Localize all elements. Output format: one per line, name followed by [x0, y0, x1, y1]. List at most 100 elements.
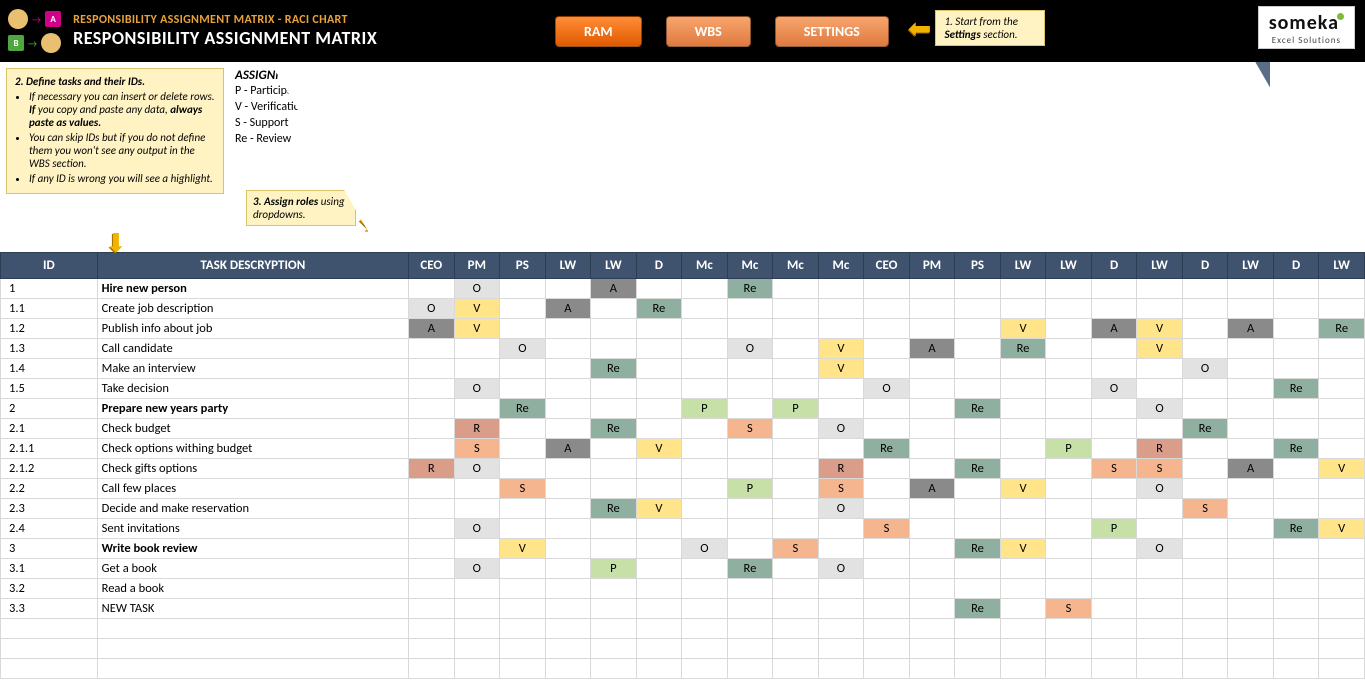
cell-role[interactable]	[636, 479, 682, 499]
cell-role[interactable]	[1319, 339, 1365, 359]
cell-role[interactable]: R	[409, 459, 455, 479]
cell-id[interactable]: 3.1	[1, 559, 98, 579]
cell-role[interactable]	[1091, 419, 1137, 439]
cell-role[interactable]	[864, 579, 910, 599]
cell-role[interactable]	[955, 279, 1001, 299]
cell-role[interactable]	[773, 379, 819, 399]
cell-role[interactable]	[909, 539, 955, 559]
cell-role[interactable]	[1228, 379, 1274, 399]
cell-empty[interactable]	[1137, 619, 1183, 639]
cell-role[interactable]	[545, 319, 591, 339]
cell-description[interactable]: Write book review	[97, 539, 408, 559]
cell-empty[interactable]	[636, 639, 682, 659]
cell-role[interactable]	[682, 299, 728, 319]
cell-empty[interactable]	[500, 659, 546, 679]
cell-role[interactable]	[1000, 499, 1046, 519]
cell-role[interactable]	[454, 399, 500, 419]
cell-role[interactable]: P	[1046, 439, 1092, 459]
cell-role[interactable]	[682, 459, 728, 479]
cell-empty[interactable]	[409, 659, 455, 679]
cell-role[interactable]	[1273, 359, 1319, 379]
cell-empty[interactable]	[909, 659, 955, 679]
cell-role[interactable]	[727, 499, 773, 519]
cell-description[interactable]: Take decision	[97, 379, 408, 399]
cell-empty[interactable]	[1046, 659, 1092, 679]
cell-role[interactable]	[818, 439, 864, 459]
cell-empty[interactable]	[955, 659, 1001, 679]
cell-empty[interactable]	[773, 619, 819, 639]
cell-role[interactable]	[682, 579, 728, 599]
cell-role[interactable]: Re	[591, 499, 637, 519]
cell-role[interactable]: Re	[955, 459, 1001, 479]
cell-role[interactable]	[682, 359, 728, 379]
cell-role[interactable]	[591, 539, 637, 559]
cell-role[interactable]: V	[1137, 319, 1183, 339]
cell-role[interactable]	[1137, 279, 1183, 299]
cell-role[interactable]	[909, 459, 955, 479]
cell-empty[interactable]	[1319, 659, 1365, 679]
cell-role[interactable]	[409, 539, 455, 559]
cell-description[interactable]: Check options withing budget	[97, 439, 408, 459]
cell-role[interactable]	[1273, 499, 1319, 519]
cell-role[interactable]	[409, 279, 455, 299]
cell-role[interactable]: Re	[955, 399, 1001, 419]
cell-role[interactable]	[636, 599, 682, 619]
cell-description[interactable]: Check gifts options	[97, 459, 408, 479]
cell-role[interactable]	[1046, 279, 1092, 299]
cell-role[interactable]	[773, 599, 819, 619]
cell-role[interactable]	[955, 339, 1001, 359]
cell-role[interactable]	[909, 299, 955, 319]
cell-role[interactable]	[1182, 399, 1228, 419]
cell-role[interactable]	[591, 579, 637, 599]
cell-role[interactable]	[955, 439, 1001, 459]
cell-description[interactable]: Call few places	[97, 479, 408, 499]
cell-description[interactable]: NEW TASK	[97, 599, 408, 619]
cell-empty[interactable]	[1091, 639, 1137, 659]
cell-role[interactable]	[591, 379, 637, 399]
cell-empty[interactable]	[1182, 639, 1228, 659]
cell-id[interactable]: 1.2	[1, 319, 98, 339]
cell-empty[interactable]	[1273, 659, 1319, 679]
cell-role[interactable]	[454, 599, 500, 619]
cell-role[interactable]: S	[727, 419, 773, 439]
cell-role[interactable]	[500, 519, 546, 539]
cell-role[interactable]	[682, 479, 728, 499]
cell-role[interactable]	[1273, 339, 1319, 359]
cell-role[interactable]	[409, 339, 455, 359]
cell-role[interactable]	[909, 359, 955, 379]
cell-role[interactable]	[1137, 519, 1183, 539]
cell-role[interactable]	[636, 419, 682, 439]
cell-role[interactable]	[864, 299, 910, 319]
cell-role[interactable]	[545, 519, 591, 539]
cell-role[interactable]: Re	[1273, 519, 1319, 539]
cell-role[interactable]	[454, 499, 500, 519]
cell-role[interactable]: V	[818, 359, 864, 379]
cell-role[interactable]	[545, 599, 591, 619]
cell-role[interactable]: O	[1137, 479, 1183, 499]
cell-role[interactable]	[1091, 299, 1137, 319]
cell-empty[interactable]	[1000, 659, 1046, 679]
cell-role[interactable]: O	[454, 279, 500, 299]
cell-role[interactable]	[591, 299, 637, 319]
cell-role[interactable]	[955, 479, 1001, 499]
cell-empty[interactable]	[955, 639, 1001, 659]
cell-role[interactable]	[682, 439, 728, 459]
cell-role[interactable]: V	[636, 439, 682, 459]
cell-role[interactable]	[636, 359, 682, 379]
cell-role[interactable]	[1182, 439, 1228, 459]
cell-role[interactable]	[409, 379, 455, 399]
cell-empty[interactable]	[454, 619, 500, 639]
cell-role[interactable]: A	[1091, 319, 1137, 339]
cell-role[interactable]	[1182, 559, 1228, 579]
cell-description[interactable]: Decide and make reservation	[97, 499, 408, 519]
cell-empty[interactable]	[1137, 659, 1183, 679]
cell-role[interactable]: O	[454, 519, 500, 539]
cell-empty[interactable]	[500, 619, 546, 639]
cell-empty[interactable]	[636, 619, 682, 639]
cell-role[interactable]	[545, 379, 591, 399]
cell-role[interactable]	[545, 479, 591, 499]
cell-role[interactable]	[1273, 579, 1319, 599]
cell-role[interactable]	[864, 319, 910, 339]
cell-role[interactable]: R	[818, 459, 864, 479]
cell-role[interactable]	[1000, 299, 1046, 319]
